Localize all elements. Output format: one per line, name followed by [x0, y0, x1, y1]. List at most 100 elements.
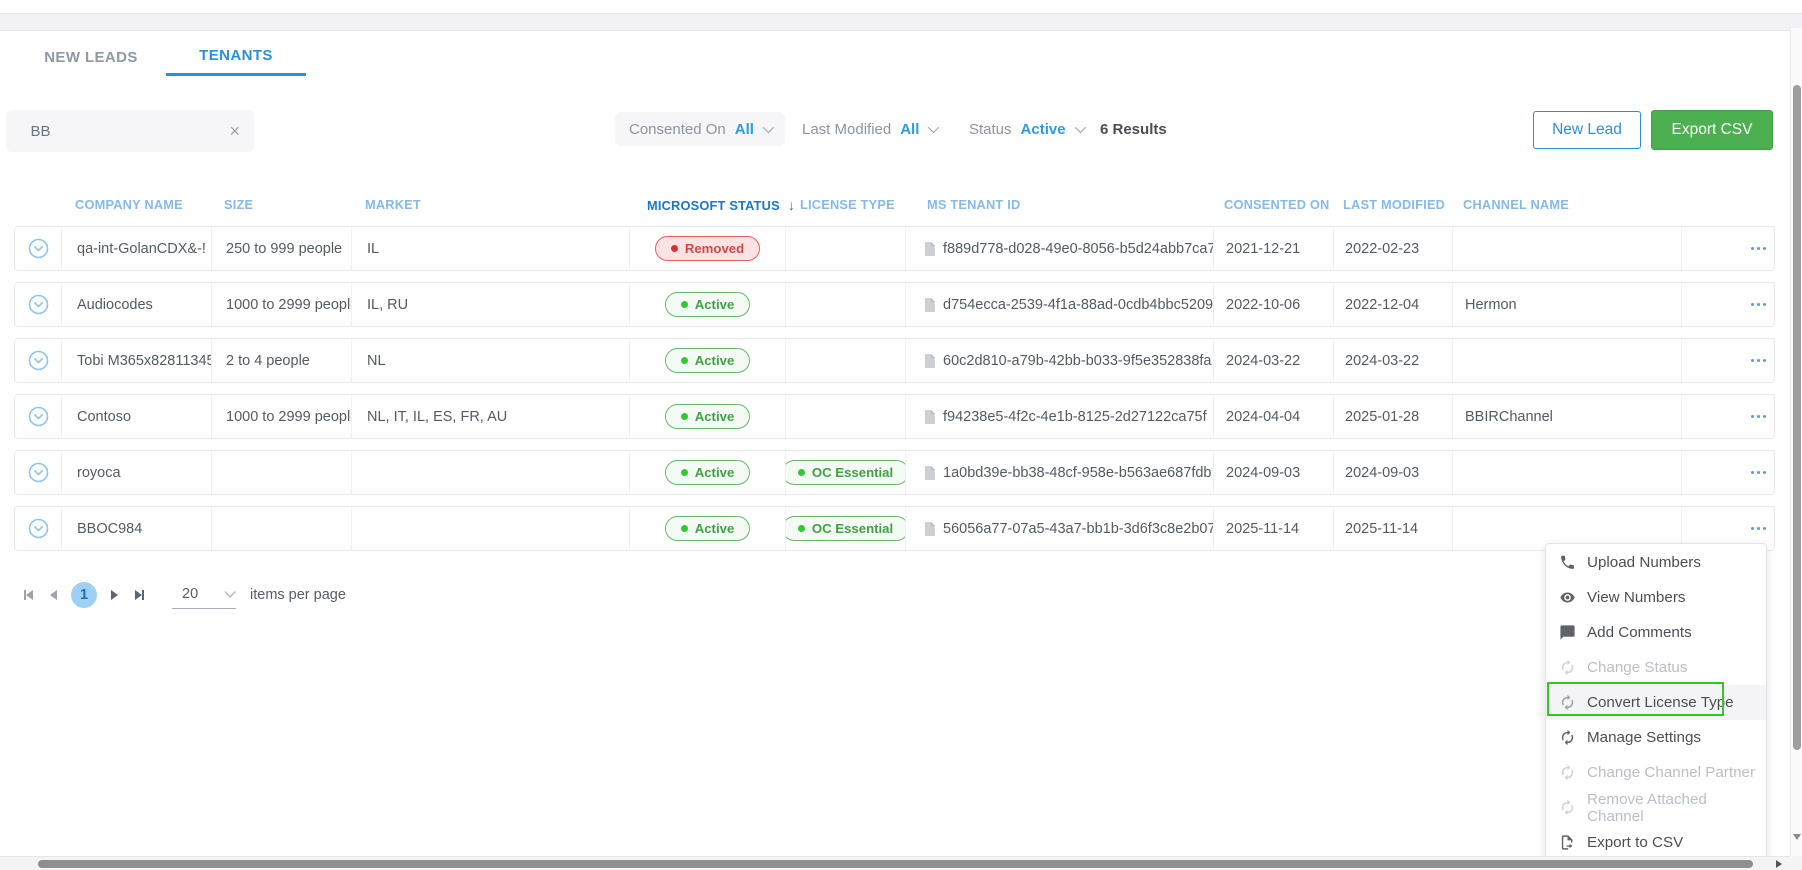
column-header-license-type[interactable]: LICENSE TYPE	[800, 197, 895, 212]
scroll-down-arrow-icon[interactable]	[1793, 834, 1801, 840]
column-header-microsoft-status[interactable]: MICROSOFT STATUS↓	[647, 197, 795, 213]
comment-icon	[1559, 624, 1576, 641]
menu-item-change-channel-partner: Change Channel Partner	[1546, 755, 1766, 790]
menu-item-add-comments[interactable]: Add Comments	[1546, 615, 1766, 650]
page-size-select[interactable]: 20	[172, 582, 236, 609]
market: NL, IT, IL, ES, FR, AU	[351, 395, 629, 438]
eye-icon	[1559, 589, 1576, 606]
column-header-market[interactable]: MARKET	[365, 197, 421, 212]
column-header-channel-name[interactable]: CHANNEL NAME	[1463, 197, 1569, 212]
expand-cell	[15, 227, 61, 270]
expand-row-icon[interactable]	[28, 238, 49, 259]
table-row: royoca Active OC Essential 1a0bd39e-bb38…	[14, 450, 1775, 495]
row-context-menu: Upload Numbers View Numbers Add Comments…	[1545, 543, 1767, 870]
table-row: Tobi M365x82811345 2 to 4 people NL Acti…	[14, 338, 1775, 383]
license-label: OC Essential	[812, 465, 893, 480]
tenant-id-cell: d754ecca-2539-4f1a-88ad-0cdb4bbc5209	[905, 283, 1213, 326]
search-box: ×	[6, 110, 254, 152]
row-menu-button[interactable]	[1749, 465, 1768, 480]
status-badge: Active	[665, 348, 751, 373]
expand-row-icon[interactable]	[28, 518, 49, 539]
filter-value: Active	[1021, 121, 1066, 138]
page-number-button[interactable]: 1	[71, 582, 97, 608]
status-dot-icon	[681, 469, 688, 476]
microsoft-status-cell: Active	[629, 507, 785, 550]
channel-name	[1452, 227, 1681, 270]
column-header-last-modified[interactable]: LAST MODIFIED	[1343, 197, 1445, 212]
row-menu-button[interactable]	[1749, 409, 1768, 424]
column-header-tenant-id[interactable]: MS TENANT ID	[927, 197, 1020, 212]
status-badge: Removed	[655, 236, 760, 261]
last-modified: 2024-03-22	[1333, 339, 1452, 382]
row-menu-button[interactable]	[1749, 521, 1768, 536]
horizontal-scrollbar[interactable]	[0, 856, 1790, 870]
menu-item-upload-numbers[interactable]: Upload Numbers	[1546, 545, 1766, 580]
expand-cell	[15, 283, 61, 326]
last-modified: 2022-02-23	[1333, 227, 1452, 270]
chevron-down-icon	[1074, 122, 1085, 133]
status-label: Active	[695, 409, 735, 424]
license-label: OC Essential	[812, 521, 893, 536]
row-actions-cell	[1681, 283, 1776, 326]
row-menu-button[interactable]	[1749, 353, 1768, 368]
license-type-cell	[785, 227, 905, 270]
horizontal-scrollbar-thumb[interactable]	[38, 860, 1753, 868]
vertical-scrollbar[interactable]	[1790, 28, 1802, 858]
status-dot-icon	[681, 413, 688, 420]
column-header-consented-on[interactable]: CONSENTED ON	[1224, 197, 1330, 212]
copy-icon[interactable]	[922, 241, 936, 257]
last-modified: 2024-09-03	[1333, 451, 1452, 494]
license-type-cell: OC Essential	[785, 451, 905, 494]
chevron-down-icon	[763, 122, 774, 133]
tab-tenants[interactable]: TENANTS	[166, 38, 306, 76]
filter-status[interactable]: Status Active	[955, 112, 1097, 146]
expand-row-icon[interactable]	[28, 294, 49, 315]
vertical-scrollbar-thumb[interactable]	[1793, 85, 1801, 750]
clear-search-icon[interactable]: ×	[229, 122, 240, 140]
scroll-right-arrow-icon[interactable]	[1776, 860, 1782, 868]
microsoft-status-cell: Active	[629, 283, 785, 326]
menu-item-view-numbers[interactable]: View Numbers	[1546, 580, 1766, 615]
expand-row-icon[interactable]	[28, 406, 49, 427]
company-size	[211, 507, 351, 550]
filter-consented-on[interactable]: Consented On All	[615, 112, 785, 146]
menu-item-convert-license-type[interactable]: Convert License Type	[1546, 685, 1766, 720]
expand-row-icon[interactable]	[28, 462, 49, 483]
microsoft-status-cell: Removed	[629, 227, 785, 270]
copy-icon[interactable]	[922, 465, 936, 481]
row-menu-button[interactable]	[1749, 241, 1768, 256]
next-page-button[interactable]	[111, 590, 118, 600]
column-header-label: MICROSOFT STATUS	[647, 198, 780, 213]
phone-icon	[1559, 554, 1576, 571]
menu-item-manage-settings[interactable]: Manage Settings	[1546, 720, 1766, 755]
first-page-button[interactable]	[24, 590, 33, 600]
row-actions-cell	[1681, 339, 1776, 382]
menu-item-export-to-csv[interactable]: Export to CSV	[1546, 825, 1766, 860]
expand-row-icon[interactable]	[28, 350, 49, 371]
items-per-page-label: items per page	[250, 587, 346, 603]
license-dot-icon	[798, 525, 805, 532]
channel-name	[1452, 339, 1681, 382]
status-dot-icon	[681, 301, 688, 308]
copy-icon[interactable]	[922, 297, 936, 313]
last-modified: 2025-11-14	[1333, 507, 1452, 550]
channel-name	[1452, 451, 1681, 494]
copy-icon[interactable]	[922, 409, 936, 425]
previous-page-button[interactable]	[50, 590, 57, 600]
sync-icon	[1559, 764, 1576, 781]
new-lead-button[interactable]: New Lead	[1533, 111, 1641, 149]
export-csv-button[interactable]: Export CSV	[1651, 110, 1773, 150]
tenant-id: 1a0bd39e-bb38-48cf-958e-b563ae687fdb	[943, 465, 1211, 481]
consented-on: 2024-04-04	[1213, 395, 1333, 438]
copy-icon[interactable]	[922, 521, 936, 537]
last-page-button[interactable]	[135, 590, 144, 600]
company-name: Audiocodes	[61, 283, 211, 326]
copy-icon[interactable]	[922, 353, 936, 369]
column-header-company[interactable]: COMPANY NAME	[75, 197, 183, 212]
row-menu-button[interactable]	[1749, 297, 1768, 312]
column-header-size[interactable]: SIZE	[224, 197, 253, 212]
tab-new-leads[interactable]: NEW LEADS	[16, 38, 166, 76]
filter-last-modified[interactable]: Last Modified All	[788, 112, 950, 146]
search-input[interactable]	[30, 123, 229, 140]
filter-label: Last Modified	[802, 121, 891, 138]
